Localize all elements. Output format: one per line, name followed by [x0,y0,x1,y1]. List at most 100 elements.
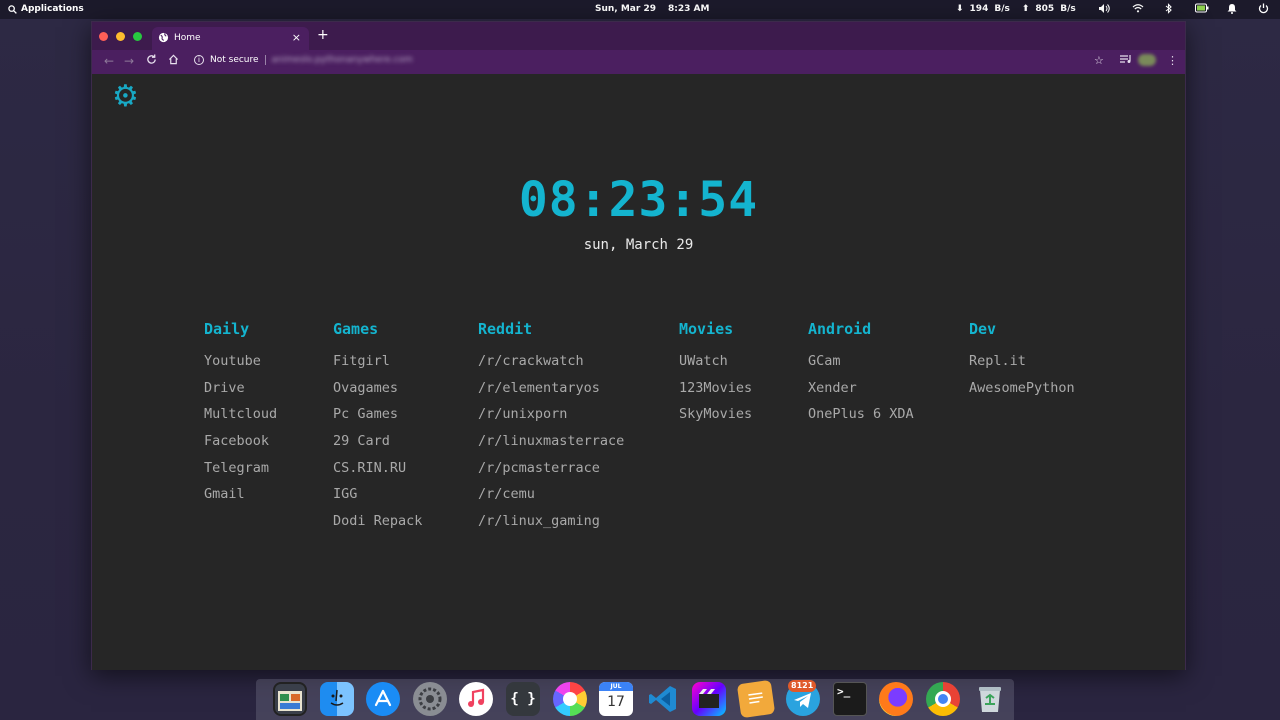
browser-window: Home × + ← → i Not secure animeslo.pytho… [91,21,1186,670]
vscode-icon[interactable] [646,682,680,716]
start-page: ⚙ 08:23:54 sun, March 29 Daily Youtube D… [92,74,1185,670]
security-label: Not secure [210,55,259,65]
search-icon [8,4,17,14]
telegram-badge: 8121 [788,680,817,692]
color-picker-icon[interactable] [553,682,587,716]
link-crackwatch[interactable]: /r/crackwatch [478,348,624,375]
top-panel: Applications Sun, Mar 29 8:23 AM ⬇ 194 B… [0,0,1280,19]
notification-bell-icon[interactable] [1227,3,1237,17]
link-oneplus-6-xda[interactable]: OnePlus 6 XDA [808,401,914,428]
gear-icon[interactable]: ⚙ [112,82,139,112]
link-unixporn[interactable]: /r/unixporn [478,401,624,428]
notes-icon[interactable] [736,679,776,719]
panel-date: Sun, Mar 29 [595,4,656,14]
link-xender[interactable]: Xender [808,375,914,402]
video-editor-icon[interactable] [692,682,726,716]
profile-avatar[interactable] [1138,54,1156,69]
link-column-android: Android GCam Xender OnePlus 6 XDA [808,320,914,428]
new-tab-button[interactable]: + [317,27,329,43]
upload-unit: B/s [1060,4,1076,14]
chrome-icon[interactable] [926,682,960,716]
link-dodi-repack[interactable]: Dodi Repack [333,508,422,535]
link-telegram[interactable]: Telegram [204,455,277,482]
applications-label: Applications [21,4,84,14]
link-29-card[interactable]: 29 Card [333,428,422,455]
link-drive[interactable]: Drive [204,375,277,402]
close-window-button[interactable] [99,32,108,41]
link-linux-gaming[interactable]: /r/linux_gaming [478,508,624,535]
finder-icon[interactable] [320,682,354,716]
link-cs-rin-ru[interactable]: CS.RIN.RU [333,455,422,482]
globe-icon [158,32,169,43]
tab-home[interactable]: Home × [152,27,309,50]
link-igg[interactable]: IGG [333,481,422,508]
back-arrow-icon[interactable]: ← [104,54,114,68]
download-unit: B/s [994,4,1010,14]
link-gmail[interactable]: Gmail [204,481,277,508]
firefox-icon[interactable] [879,682,913,716]
link-multcloud[interactable]: Multcloud [204,401,277,428]
home-icon[interactable] [168,54,179,68]
file-manager-icon[interactable] [273,682,307,716]
link-uwatch[interactable]: UWatch [679,348,752,375]
maximize-window-button[interactable] [133,32,142,41]
link-ovagames[interactable]: Ovagames [333,375,422,402]
link-fitgirl[interactable]: Fitgirl [333,348,422,375]
download-arrow-icon: ⬇ [956,4,964,14]
link-pc-games[interactable]: Pc Games [333,401,422,428]
wifi-icon[interactable] [1132,3,1144,16]
system-settings-icon[interactable] [413,682,447,716]
link-column-daily: Daily Youtube Drive Multcloud Facebook T… [204,320,277,508]
link-pcmasterrace[interactable]: /r/pcmasterrace [478,455,624,482]
upload-arrow-icon: ⬆ [1021,4,1030,14]
tab-bar: Home × + [92,22,1185,50]
url-text: animeslo.pythonanywhere.com [271,55,413,65]
link-column-reddit: Reddit /r/crackwatch /r/elementaryos /r/… [478,320,624,535]
applications-menu[interactable]: Applications [8,4,84,14]
column-title: Daily [204,320,250,338]
link-youtube[interactable]: Youtube [204,348,277,375]
link-facebook[interactable]: Facebook [204,428,277,455]
download-rate: 194 [969,4,989,14]
browser-toolbar: ← → i Not secure animeslo.pythonanywhere… [92,50,1185,74]
link-repl-it[interactable]: Repl.it [969,348,1075,375]
link-skymovies[interactable]: SkyMovies [679,401,752,428]
code-editor-icon[interactable]: { } [506,682,540,716]
minimize-window-button[interactable] [116,32,125,41]
address-bar[interactable]: i Not secure animeslo.pythonanywhere.com [194,55,413,65]
panel-clock[interactable]: Sun, Mar 29 8:23 AM [595,4,709,14]
music-icon[interactable] [459,682,493,716]
tab-close-icon[interactable]: × [292,31,301,44]
media-queue-icon[interactable] [1120,54,1132,67]
tab-title: Home [174,33,201,43]
forward-arrow-icon[interactable]: → [124,54,134,68]
trash-icon[interactable] [973,682,1007,716]
telegram-icon[interactable]: 8121 [786,680,820,716]
address-separator [264,55,266,65]
link-cemu[interactable]: /r/cemu [478,481,624,508]
clock-time: 08:23:54 [518,172,759,228]
link-linuxmasterrace[interactable]: /r/linuxmasterrace [478,428,624,455]
column-title: Reddit [478,320,533,338]
app-store-icon[interactable] [366,682,400,716]
battery-icon[interactable] [1195,3,1209,16]
calendar-icon[interactable]: JUL 17 [599,682,633,716]
terminal-prompt: >_ [837,685,851,698]
link-123movies[interactable]: 123Movies [679,375,752,402]
menu-dots-icon[interactable]: ⋮ [1167,54,1178,67]
info-icon[interactable]: i [194,55,204,65]
link-gcam[interactable]: GCam [808,348,914,375]
link-awesomepython[interactable]: AwesomePython [969,375,1075,402]
column-title: Dev [969,320,997,338]
terminal-icon[interactable]: >_ [833,682,867,716]
reload-icon[interactable] [146,54,157,68]
network-speed-indicator[interactable]: ⬇ 194 B/s ⬆ 805 B/s [956,4,1076,14]
bookmark-star-icon[interactable]: ☆ [1094,54,1104,67]
link-column-games: Games Fitgirl Ovagames Pc Games 29 Card … [333,320,422,535]
power-icon[interactable] [1258,3,1269,17]
volume-icon[interactable] [1098,3,1110,17]
calendar-day: 17 [607,694,625,710]
link-elementaryos[interactable]: /r/elementaryos [478,375,624,402]
clock-date: sun, March 29 [583,237,694,253]
bluetooth-icon[interactable] [1165,3,1173,17]
